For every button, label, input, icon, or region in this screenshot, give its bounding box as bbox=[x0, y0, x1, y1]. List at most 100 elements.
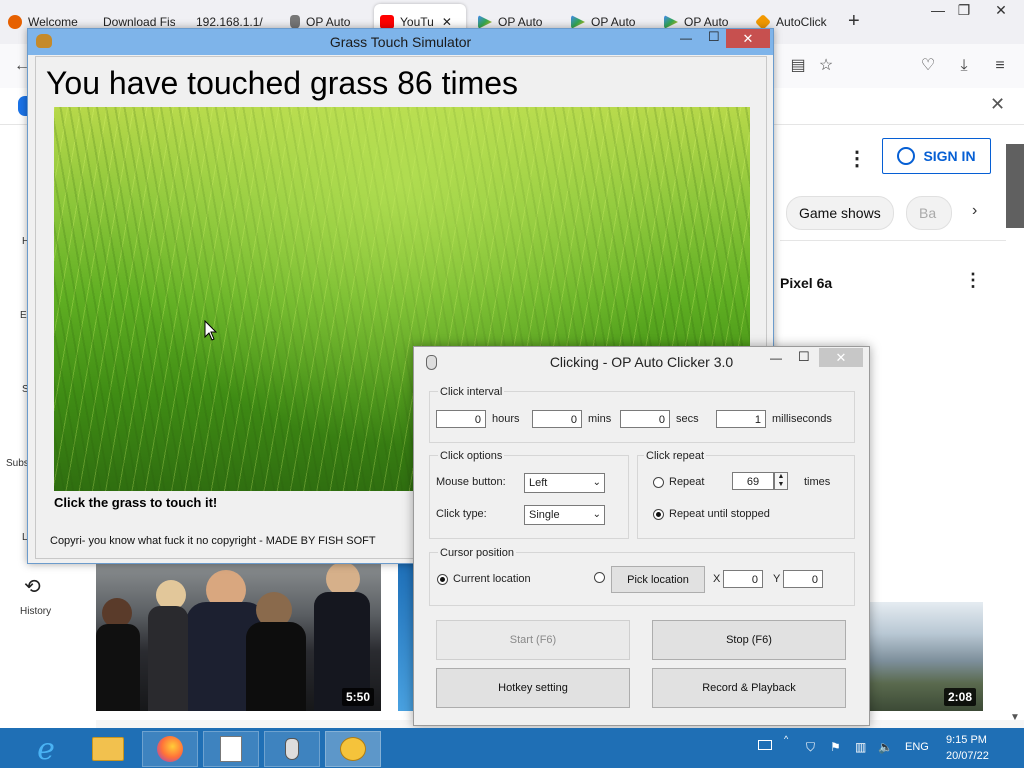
new-tab-button[interactable]: + bbox=[848, 10, 860, 33]
touch-counter-label: You have touched grass 86 times bbox=[46, 65, 519, 101]
record-playback-button[interactable]: Record & Playback bbox=[652, 668, 846, 708]
sidebar-item-history[interactable]: History bbox=[20, 606, 51, 617]
video-thumbnail[interactable] bbox=[398, 562, 414, 711]
video-more-icon[interactable]: ⋮ bbox=[964, 270, 982, 291]
bookmark-star-icon[interactable]: ☆ bbox=[814, 54, 838, 78]
security-shield-icon[interactable]: ⛉ bbox=[806, 740, 815, 755]
display-icon[interactable] bbox=[758, 740, 772, 750]
mouse-icon bbox=[290, 15, 300, 29]
pick-location-radio[interactable] bbox=[594, 572, 605, 583]
taskbar-op-auto-clicker[interactable] bbox=[264, 731, 320, 767]
click-repeat-legend: Click repeat bbox=[644, 450, 707, 462]
clock-date[interactable]: 20/07/22 bbox=[946, 750, 989, 762]
secs-label: secs bbox=[676, 413, 699, 425]
taskbar-file-explorer[interactable] bbox=[80, 731, 136, 767]
taskbar-firefox[interactable] bbox=[142, 731, 198, 767]
download-icon[interactable]: ⤓ bbox=[952, 54, 976, 78]
firefox-icon bbox=[8, 15, 22, 29]
chip-partial[interactable]: Ba bbox=[906, 196, 952, 230]
account-icon bbox=[897, 147, 916, 165]
copyright-text: Copyri- you know what fuck it no copyrig… bbox=[50, 535, 376, 547]
minimize-clicker-button[interactable]: — bbox=[770, 351, 782, 365]
sidebar-item-subscriptions[interactable]: Subs bbox=[6, 458, 29, 469]
maximize-clicker-button[interactable]: ☐ bbox=[798, 349, 810, 365]
tab-label: AutoClick bbox=[776, 15, 827, 29]
action-center-flag-icon[interactable]: ⚑ bbox=[830, 740, 841, 754]
pick-location-button[interactable]: Pick location bbox=[611, 566, 705, 593]
hours-label: hours bbox=[492, 413, 520, 425]
auto-clicker-titlebar[interactable]: Clicking - OP Auto Clicker 3.0 — ☐ ✕ bbox=[414, 347, 869, 375]
repeat-until-stopped-radio[interactable] bbox=[653, 509, 664, 520]
video-title[interactable]: Pixel 6a bbox=[780, 275, 832, 291]
secs-input[interactable]: 0 bbox=[620, 410, 670, 428]
menu-icon[interactable]: ≡ bbox=[988, 54, 1012, 78]
mins-label: mins bbox=[588, 413, 612, 425]
tab-label: 192.168.1.1/ bbox=[196, 15, 263, 29]
click-options-group bbox=[429, 455, 629, 539]
language-indicator[interactable]: ENG bbox=[905, 741, 929, 753]
show-hidden-icons-icon[interactable]: ^ bbox=[784, 734, 788, 744]
person-dress bbox=[246, 622, 306, 711]
click-interval-legend: Click interval bbox=[438, 386, 505, 398]
video-duration: 2:08 bbox=[944, 688, 977, 706]
scrollbar-thumb[interactable] bbox=[1006, 144, 1024, 228]
chip-game-shows[interactable]: Game shows bbox=[786, 196, 894, 230]
milliseconds-label: milliseconds bbox=[772, 413, 832, 425]
milliseconds-input[interactable]: 1 bbox=[716, 410, 766, 428]
chevron-down-icon: ⌄ bbox=[592, 509, 601, 520]
repeat-until-stopped-label: Repeat until stopped bbox=[669, 508, 770, 520]
minimize-grass-button[interactable]: — bbox=[680, 31, 692, 45]
taskbar-grass-simulator[interactable] bbox=[325, 731, 381, 767]
click-options-legend: Click options bbox=[438, 450, 505, 462]
taskbar-internet-explorer[interactable]: e bbox=[18, 731, 74, 767]
close-notification-button[interactable]: ✕ bbox=[990, 94, 1005, 115]
sign-in-button[interactable]: SIGN IN bbox=[882, 138, 991, 174]
close-tab-icon[interactable]: ✕ bbox=[442, 15, 452, 29]
network-icon[interactable]: ▥ bbox=[855, 740, 866, 754]
repeat-count-stepper[interactable]: ▲ ▼ bbox=[774, 472, 788, 490]
reader-view-icon[interactable]: ▤ bbox=[786, 54, 810, 78]
grass-window-titlebar[interactable]: Grass Touch Simulator — ☐ ✕ bbox=[28, 29, 773, 55]
sidebar-item-explore[interactable]: E bbox=[20, 310, 27, 321]
cursor-position-legend: Cursor position bbox=[438, 547, 516, 559]
chevron-right-icon[interactable]: › bbox=[972, 202, 977, 220]
history-icon: ⟲ bbox=[24, 576, 41, 598]
mouse-button-select[interactable]: Left ⌄ bbox=[524, 473, 605, 493]
close-grass-button[interactable]: ✕ bbox=[726, 29, 770, 48]
sign-in-label: SIGN IN bbox=[923, 148, 976, 164]
close-browser-button[interactable]: ✕ bbox=[982, 0, 1020, 20]
video-thumbnail[interactable]: 2:08 bbox=[868, 600, 983, 711]
mouse-button-label: Mouse button: bbox=[436, 476, 506, 488]
play-store-icon bbox=[664, 15, 678, 29]
mins-input[interactable]: 0 bbox=[532, 410, 582, 428]
repeat-radio[interactable] bbox=[653, 477, 664, 488]
x-input[interactable]: 0 bbox=[723, 570, 763, 588]
y-input[interactable]: 0 bbox=[783, 570, 823, 588]
y-label: Y bbox=[773, 573, 781, 585]
grass-window-title: Grass Touch Simulator bbox=[329, 34, 472, 50]
click-type-select[interactable]: Single ⌄ bbox=[524, 505, 605, 525]
auto-clicker-window: Clicking - OP Auto Clicker 3.0 — ☐ ✕ Cli… bbox=[413, 346, 870, 726]
play-store-icon bbox=[571, 15, 585, 29]
tab-label: OP Auto bbox=[684, 15, 729, 29]
close-clicker-button[interactable]: ✕ bbox=[819, 348, 863, 367]
youtube-icon bbox=[380, 15, 394, 29]
thumbnail-top-area bbox=[868, 570, 983, 602]
hours-input[interactable]: 0 bbox=[436, 410, 486, 428]
pocket-icon[interactable]: ♡ bbox=[916, 54, 940, 78]
hotkey-setting-button[interactable]: Hotkey setting bbox=[436, 668, 630, 708]
restore-browser-button[interactable]: ❐ bbox=[950, 0, 978, 20]
maximize-grass-button[interactable]: ☐ bbox=[708, 29, 720, 45]
stop-button[interactable]: Stop (F6) bbox=[652, 620, 846, 660]
mouse-icon bbox=[285, 738, 299, 760]
volume-muted-icon[interactable]: 🔈 bbox=[878, 740, 893, 754]
current-location-radio[interactable] bbox=[437, 574, 448, 585]
start-button[interactable]: Start (F6) bbox=[436, 620, 630, 660]
clock-time[interactable]: 9:15 PM bbox=[946, 734, 987, 746]
taskbar-notepad[interactable] bbox=[203, 731, 259, 767]
minimize-browser-button[interactable]: — bbox=[924, 0, 952, 20]
more-options-icon[interactable]: ⋮ bbox=[847, 146, 867, 171]
video-thumbnail[interactable]: 5:50 bbox=[96, 562, 381, 711]
repeat-count-input[interactable]: 69 bbox=[732, 472, 774, 490]
click-type-value: Single bbox=[529, 509, 560, 521]
